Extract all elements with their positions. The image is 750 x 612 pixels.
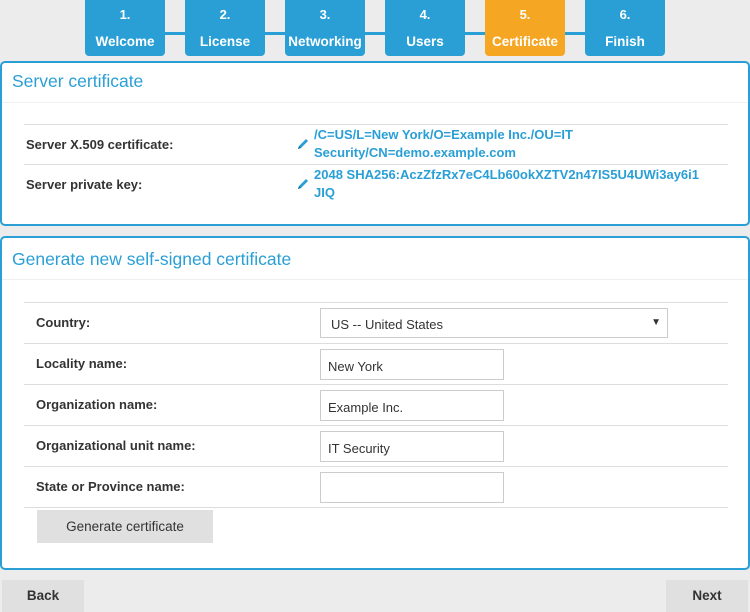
step-number: 6. [619, 7, 631, 22]
wizard-steps: 1. Welcome 2. License 3. Networking 4. U… [0, 0, 750, 58]
form-row-org-unit: Organizational unit name: IT Security [24, 426, 728, 467]
step-label: Welcome [95, 34, 155, 49]
org-unit-label: Organizational unit name: [36, 438, 196, 453]
step-label: Finish [605, 34, 645, 49]
private-key-link[interactable]: 2048 SHA256:AczZfzRx7eC4Lb60okXZTV2n47IS… [298, 166, 704, 202]
pencil-icon [298, 139, 308, 149]
step-networking[interactable]: 3. Networking [285, 0, 365, 56]
step-users[interactable]: 4. Users [385, 0, 465, 56]
back-button[interactable]: Back [2, 580, 84, 612]
panel-title: Server certificate [2, 63, 748, 103]
step-number: 5. [519, 7, 531, 22]
step-label: License [199, 34, 251, 49]
country-select[interactable]: US -- United States ▼ [320, 308, 668, 338]
country-value: US -- United States [331, 317, 443, 332]
step-number: 2. [219, 7, 231, 22]
x509-label: Server X.509 certificate: [26, 137, 174, 152]
form-row-country: Country: US -- United States ▼ [24, 303, 728, 344]
certificate-row: Server private key: 2048 SHA256:AczZfzRx… [24, 165, 728, 205]
certificate-table: Server X.509 certificate: /C=US/L=New Yo… [24, 124, 728, 205]
step-label: Users [406, 34, 444, 49]
form-row-organization: Organization name: Example Inc. [24, 385, 728, 426]
step-number: 3. [319, 7, 331, 22]
step-certificate[interactable]: 5. Certificate [485, 0, 565, 56]
dropdown-arrow-icon: ▼ [651, 317, 661, 328]
step-label: Networking [288, 34, 362, 49]
locality-input[interactable]: New York [320, 349, 504, 380]
next-button[interactable]: Next [666, 580, 748, 612]
step-finish[interactable]: 6. Finish [585, 0, 665, 56]
state-label: State or Province name: [36, 479, 185, 494]
generate-certificate-button[interactable]: Generate certificate [37, 510, 213, 543]
step-label: Certificate [491, 34, 559, 49]
state-input[interactable] [320, 472, 504, 503]
server-certificate-panel: Server certificate Server X.509 certific… [0, 61, 750, 226]
country-label: Country: [36, 315, 91, 330]
step-license[interactable]: 2. License [185, 0, 265, 56]
organization-input[interactable]: Example Inc. [320, 390, 504, 421]
step-number: 4. [419, 7, 431, 22]
certificate-row: Server X.509 certificate: /C=US/L=New Yo… [24, 125, 728, 165]
self-signed-panel: Generate new self-signed certificate Cou… [0, 236, 750, 570]
x509-certificate-link[interactable]: /C=US/L=New York/O=Example Inc./OU=IT Se… [298, 126, 704, 162]
step-welcome[interactable]: 1. Welcome [85, 0, 165, 56]
organization-label: Organization name: [36, 397, 158, 412]
private-key-value: 2048 SHA256:AczZfzRx7eC4Lb60okXZTV2n47IS… [314, 167, 699, 200]
locality-label: Locality name: [36, 356, 128, 371]
form-row-state: State or Province name: [24, 467, 728, 508]
org-unit-input[interactable]: IT Security [320, 431, 504, 462]
form-row-locality: Locality name: New York [24, 344, 728, 385]
certificate-form: Country: US -- United States ▼ Locality … [24, 302, 728, 508]
panel-title: Generate new self-signed certificate [2, 238, 748, 280]
x509-certificate-value: /C=US/L=New York/O=Example Inc./OU=IT Se… [314, 127, 573, 160]
pencil-icon [298, 179, 308, 189]
step-number: 1. [119, 7, 131, 22]
private-key-label: Server private key: [26, 177, 143, 192]
